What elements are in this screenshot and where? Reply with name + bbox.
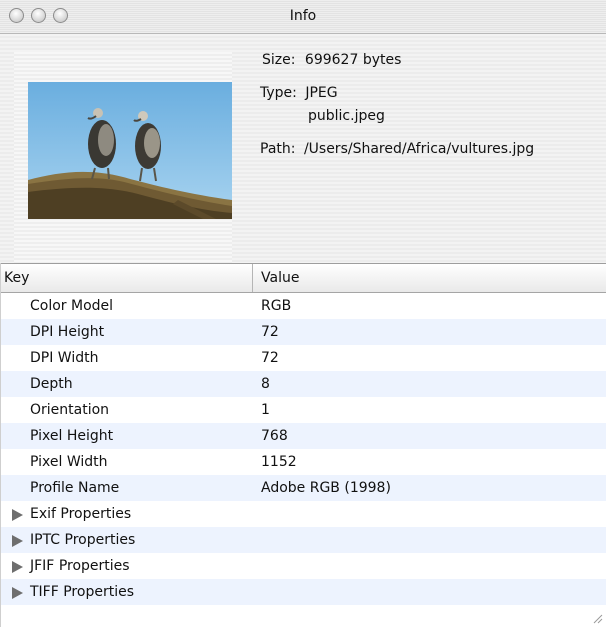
group-label: IPTC Properties: [30, 532, 136, 548]
title-bar[interactable]: Info: [0, 0, 606, 34]
image-thumbnail: [28, 82, 232, 219]
type-line: Type: JPEG: [260, 85, 338, 101]
column-header-key[interactable]: Key: [4, 270, 29, 286]
disclosure-triangle-icon[interactable]: [12, 561, 23, 573]
row-value: 1: [261, 402, 270, 418]
table-row[interactable]: Pixel Width 1152: [0, 449, 606, 475]
group-row-exif[interactable]: Exif Properties: [0, 501, 606, 527]
row-value: 8: [261, 376, 270, 392]
disclosure-triangle-icon[interactable]: [12, 509, 23, 521]
row-value: RGB: [261, 298, 292, 314]
group-row-iptc[interactable]: IPTC Properties: [0, 527, 606, 553]
properties-table: Key Value Color Model RGB DPI Height 72 …: [0, 263, 606, 627]
row-value: Adobe RGB (1998): [261, 480, 391, 496]
row-value: 768: [261, 428, 288, 444]
group-row-jfif[interactable]: JFIF Properties: [0, 553, 606, 579]
row-key: Depth: [30, 376, 73, 392]
table-row[interactable]: DPI Height 72: [0, 319, 606, 345]
row-key: Pixel Height: [30, 428, 114, 444]
type-label: Type:: [260, 85, 297, 101]
row-key: Pixel Width: [30, 454, 108, 470]
table-row[interactable]: DPI Width 72: [0, 345, 606, 371]
window-title: Info: [289, 8, 317, 24]
group-row-tiff[interactable]: TIFF Properties: [0, 579, 606, 605]
row-value: 72: [261, 350, 279, 366]
info-window: Info Size: 699627 bytes Type: JPEG publi…: [0, 0, 606, 627]
type-value: JPEG: [305, 85, 338, 101]
row-value: 1152: [261, 454, 297, 470]
path-line: Path: /Users/Shared/Africa/vultures.jpg: [260, 141, 534, 157]
path-value: /Users/Shared/Africa/vultures.jpg: [303, 141, 535, 157]
table-row[interactable]: Depth 8: [0, 371, 606, 397]
table-row[interactable]: Profile Name Adobe RGB (1998): [0, 475, 606, 501]
row-value: 72: [261, 324, 279, 340]
type-uti: public.jpeg: [308, 108, 385, 124]
column-divider[interactable]: [252, 264, 253, 292]
table-row[interactable]: Pixel Height 768: [0, 423, 606, 449]
row-key: DPI Width: [30, 350, 99, 366]
column-header-value[interactable]: Value: [261, 270, 299, 286]
row-key: DPI Height: [30, 324, 105, 340]
table-row[interactable]: Orientation 1: [0, 397, 606, 423]
group-label: Exif Properties: [30, 506, 132, 522]
disclosure-triangle-icon[interactable]: [12, 535, 23, 547]
row-key: Orientation: [30, 402, 110, 418]
row-key: Profile Name: [30, 480, 120, 496]
table-row[interactable]: Color Model RGB: [0, 293, 606, 319]
group-label: JFIF Properties: [30, 558, 130, 574]
disclosure-triangle-icon[interactable]: [12, 587, 23, 599]
path-label: Path:: [260, 141, 296, 157]
table-header: Key Value: [0, 264, 606, 293]
size-label: Size:: [262, 52, 296, 68]
window-left-edge: [0, 263, 1, 627]
size-line: Size: 699627 bytes: [262, 52, 401, 68]
group-label: TIFF Properties: [30, 584, 134, 600]
resize-grip-icon[interactable]: [591, 612, 603, 624]
size-value: 699627 bytes: [304, 52, 402, 68]
row-key: Color Model: [30, 298, 114, 314]
